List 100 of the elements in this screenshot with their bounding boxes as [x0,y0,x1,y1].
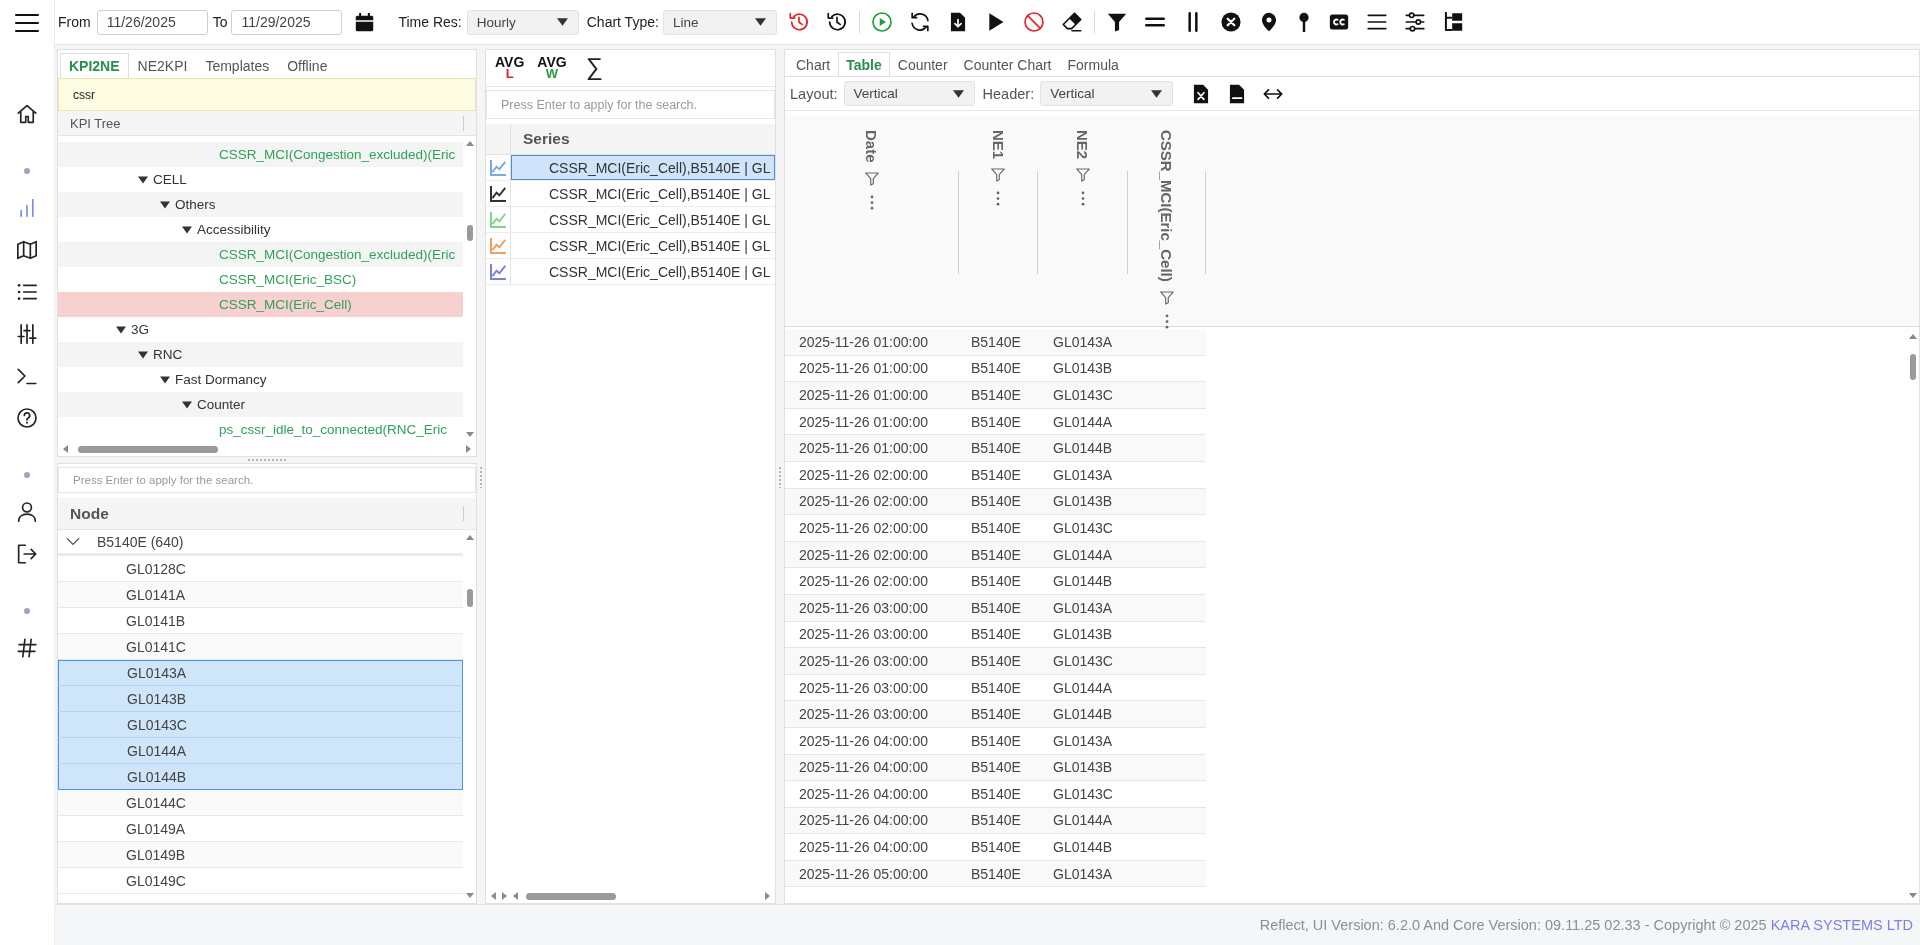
tree-item[interactable]: GL0141A [58,582,463,608]
tree-item[interactable]: RNC [58,342,463,367]
column-header[interactable]: NE2 [1074,130,1091,160]
table-cell-text: B5140E [970,333,1022,350]
resize-handle[interactable] [479,465,483,488]
caret-down-icon[interactable] [138,175,148,184]
date-field[interactable]: 11/29/2025 [231,9,343,35]
table-cell-text: GL0143A [1052,599,1114,616]
tree-item[interactable]: GL0149C [58,868,463,894]
tree-item[interactable]: Counter [58,392,463,417]
tree-item[interactable]: GL0144C [58,790,463,816]
pushpin-icon[interactable] [1296,12,1311,32]
caret-down-icon[interactable] [160,375,170,384]
resize-handle[interactable] [247,458,287,462]
tree-item[interactable]: GL0149B [58,842,463,868]
hash-icon[interactable] [17,638,37,658]
help-icon[interactable] [17,408,37,428]
sum-button[interactable]: ∑ [585,54,603,82]
tree-item[interactable]: Fast Dormancy [58,367,463,392]
table-cell-text: GL0144B [1052,706,1114,723]
tab[interactable]: Offline [278,53,337,78]
table-cell-text: 2025-11-26 04:00:00 [798,839,929,856]
search-field[interactable]: Press Enter to apply for the search. [486,90,775,119]
sliders-icon[interactable] [17,324,37,344]
map-icon[interactable] [17,240,37,260]
double-arrow-icon[interactable] [1263,86,1284,101]
tree-item[interactable]: GL0144B [58,764,463,790]
file-x-icon[interactable] [1193,83,1210,104]
tree-item[interactable]: Others [58,192,463,217]
filter-icon[interactable] [1106,12,1127,32]
table-cell-text: GL0143A [1052,732,1114,749]
caret-down-icon[interactable] [116,325,126,334]
date-field[interactable]: 11/26/2025 [96,9,208,35]
play-circle-icon[interactable] [871,12,892,32]
table-cell-text: 2025-11-26 02:00:00 [798,466,929,483]
series-item[interactable]: CSSR_MCI(Eric_Cell),B5140E | GL [511,181,775,206]
terminal-icon[interactable] [17,366,37,386]
more-icon[interactable] [1164,313,1169,329]
file-icon[interactable] [1229,83,1246,104]
average-button[interactable]: AVG L [495,56,525,80]
ban-icon[interactable] [1023,12,1044,32]
tree-item[interactable]: GL0143C [58,712,463,738]
chevron-down-icon[interactable] [66,537,80,546]
series-item[interactable]: CSSR_MCI(Eric_Cell),B5140E | GL [511,259,775,284]
resize-handle[interactable] [778,465,782,488]
tree-structure-icon[interactable] [1442,12,1463,32]
tab[interactable]: Chart [788,52,839,76]
close-circle-icon[interactable] [1220,12,1241,32]
table-cell-text: GL0143B [1052,493,1114,510]
time-res-dropdown[interactable]: Hourly [466,9,579,35]
layout-dropdown[interactable]: Vertical [843,81,975,106]
more-icon[interactable] [869,194,874,210]
table-cell-text: B5140E [970,732,1022,749]
tree-item[interactable]: CELL [58,167,463,192]
eraser-icon[interactable] [1061,12,1082,32]
tab[interactable]: KPI2NE [60,53,129,78]
refresh-icon[interactable] [909,12,930,32]
column-header[interactable]: NE1 [989,130,1007,160]
closed-caption-icon[interactable] [1328,12,1349,32]
search-field[interactable]: cssr [58,78,476,111]
header-dropdown[interactable]: Vertical [1040,81,1174,106]
tab[interactable]: Templates [196,53,279,78]
series-item[interactable]: CSSR_MCI(Eric_Cell),B5140E | GL [511,155,775,180]
tree-item[interactable]: GL0144A [58,738,463,764]
home-icon[interactable] [17,104,37,124]
table-cell-text: 2025-11-26 04:00:00 [798,812,929,829]
tab[interactable]: Counter Chart [955,52,1060,76]
tab[interactable]: NE2KPI [128,53,197,78]
caret-down-icon[interactable] [138,350,148,359]
caret-down-icon[interactable] [182,225,192,234]
caret-down-icon[interactable] [182,400,192,409]
table-cell-text: B5140E [970,706,1022,723]
list-icon[interactable] [17,282,37,302]
lines-icon[interactable] [1366,12,1387,32]
logout-icon[interactable] [17,544,37,564]
more-icon[interactable] [996,191,1000,207]
chart-type-label: Chart Type: [586,14,659,30]
search-field[interactable]: Press Enter to apply for the search. [58,467,476,493]
column-header[interactable]: Date [863,130,880,163]
tree-item[interactable]: GL0141C [58,634,463,660]
tab[interactable]: Counter [889,52,956,76]
bar-chart-icon[interactable] [17,198,37,218]
more-icon[interactable] [1080,191,1085,207]
tree-item[interactable]: Accessibility [58,217,463,242]
history-icon[interactable] [826,12,847,32]
average-button[interactable]: AVG W [537,56,567,80]
user-icon[interactable] [17,502,37,522]
tab[interactable]: Formula [1059,52,1127,76]
tree-item[interactable]: GL0143A [58,660,463,686]
caret-down-icon[interactable] [160,200,170,209]
table-cell-text: GL0143A [1052,466,1114,483]
tab[interactable]: Table [838,52,890,76]
column-header[interactable]: CSSR_MCI(Eric_Cell) [1158,130,1175,282]
sliders-icon[interactable] [1404,12,1425,32]
tree-item[interactable]: 3G [58,317,463,342]
chart-type-dropdown[interactable]: Line [662,9,777,35]
calendar-icon[interactable] [355,12,375,32]
tree-item[interactable]: GL0143B [58,686,463,712]
series-item[interactable]: CSSR_MCI(Eric_Cell),B5140E | GL [511,207,775,232]
series-item[interactable]: CSSR_MCI(Eric_Cell),B5140E | GL [511,233,775,258]
